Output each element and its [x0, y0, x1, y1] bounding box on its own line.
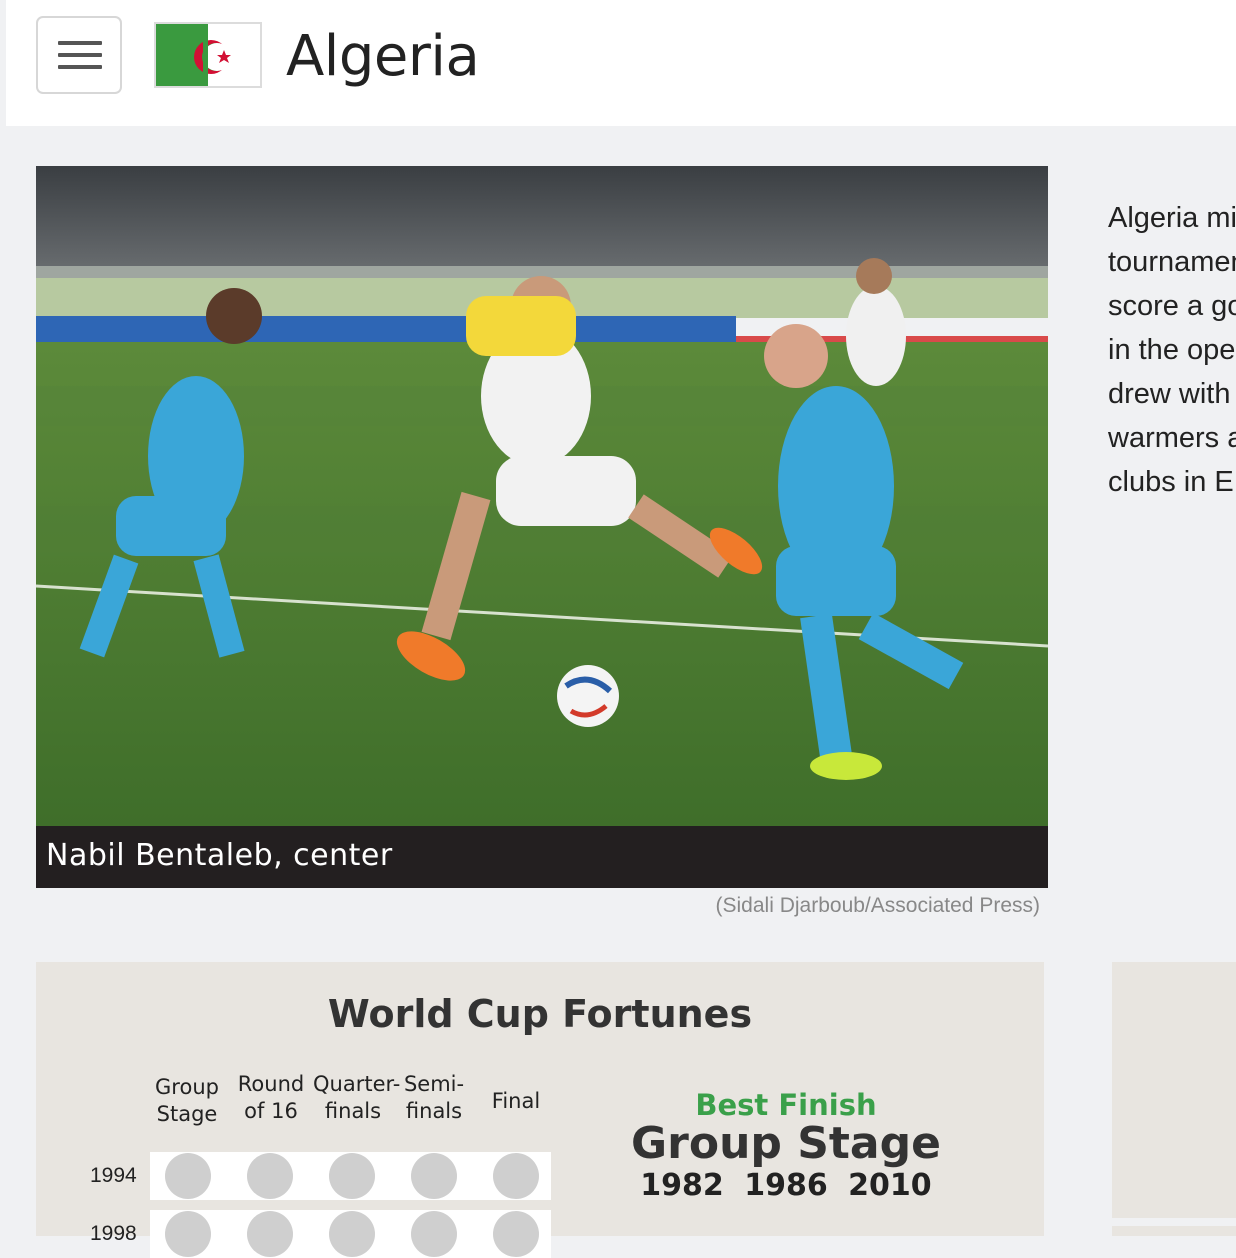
- best-finish-years: 1982 1986 2010: [640, 1168, 932, 1203]
- photo-credit: (Sidali Djarboub/Associated Press): [715, 894, 1040, 917]
- column-header-line: finals: [405, 1099, 463, 1123]
- column-header-line: of 16: [244, 1099, 298, 1123]
- sidebar-panel: [1112, 962, 1236, 1218]
- fortune-row-1998: [150, 1210, 551, 1258]
- stage-dot: [411, 1211, 457, 1257]
- column-header-final: Final: [476, 1088, 556, 1115]
- column-header-semifinals: Semi- finals: [394, 1072, 474, 1125]
- column-header-quarterfinals: Quarter- finals: [313, 1072, 401, 1125]
- top-bar: Algeria: [6, 0, 1236, 126]
- stage-dot: [329, 1153, 375, 1199]
- intro-line: clubs in E: [1108, 466, 1234, 498]
- best-finish-value: Group Stage: [631, 1118, 941, 1169]
- row-year-1998: 1998: [90, 1222, 137, 1245]
- stage-dot: [247, 1211, 293, 1257]
- fortune-row-1994: [150, 1152, 551, 1200]
- stage-dot: [493, 1211, 539, 1257]
- column-header-line: Round: [237, 1072, 305, 1096]
- stage-dot: [411, 1153, 457, 1199]
- intro-line: Algeria mi: [1108, 202, 1236, 234]
- intro-line: warmers a: [1108, 422, 1236, 454]
- column-header-group-stage: Group Stage: [147, 1074, 227, 1128]
- algeria-flag-icon: [154, 22, 262, 88]
- page-title: Algeria: [286, 24, 480, 89]
- menu-button[interactable]: [36, 16, 122, 94]
- graphic-title: World Cup Fortunes: [327, 992, 753, 1036]
- column-header-line: Group: [155, 1075, 219, 1099]
- world-cup-fortunes-graphic: World Cup Fortunes Group Stage Round of …: [36, 962, 1044, 1258]
- stage-dot: [165, 1211, 211, 1257]
- intro-line: score a go: [1108, 290, 1236, 322]
- intro-text: Algeria mi tournamen score a go in the o…: [1108, 196, 1236, 504]
- intro-line: tournamen: [1108, 246, 1236, 278]
- intro-line: in the ope: [1108, 334, 1236, 366]
- stage-dot: [329, 1211, 375, 1257]
- intro-line: drew with: [1108, 378, 1231, 410]
- photo-caption-text: Nabil Bentaleb, center: [46, 838, 393, 873]
- stage-dot: [493, 1153, 539, 1199]
- stage-dot: [247, 1153, 293, 1199]
- best-finish-label: Best Finish: [695, 1088, 877, 1122]
- column-header-line: finals: [324, 1099, 382, 1123]
- column-header-line: Final: [491, 1089, 541, 1113]
- hero-photo: [36, 166, 1048, 826]
- stage-dot: [165, 1153, 211, 1199]
- column-header-line: Stage: [156, 1102, 218, 1126]
- sidebar-panel-lower: [1112, 1226, 1236, 1236]
- column-header-line: Semi-: [403, 1072, 465, 1096]
- row-year-1994: 1994: [90, 1164, 137, 1187]
- photo-caption: Nabil Bentaleb, center: [36, 826, 1048, 888]
- column-header-line: Quarter-: [313, 1072, 401, 1096]
- column-header-round-of-16: Round of 16: [231, 1072, 311, 1125]
